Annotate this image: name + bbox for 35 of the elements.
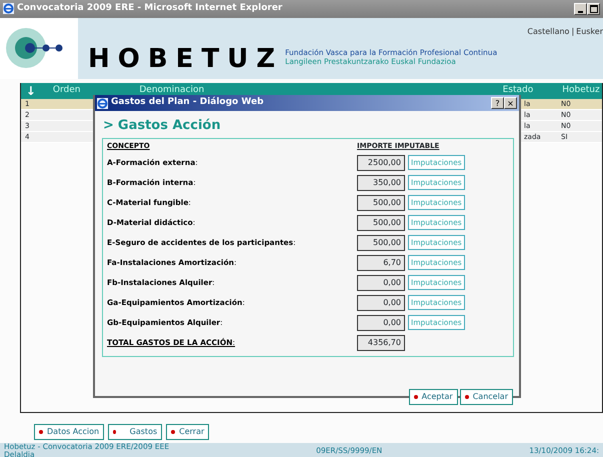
amount-field: 0,00: [357, 274, 405, 290]
amount-field: 6,70: [357, 254, 405, 270]
window-title: Convocatoria 2009 ERE - Microsoft Internet Explorer: [17, 2, 282, 16]
amount-field: 0,00: [357, 314, 405, 330]
amount-field: 500,00: [357, 234, 405, 250]
column-header: Orden: [52, 84, 82, 98]
column-header: Hobetuz: [562, 84, 601, 98]
sort-icon: ↓: [21, 82, 41, 100]
section-heading: Gastos Acción: [118, 117, 221, 135]
dialog-button[interactable]: Aceptar: [408, 388, 458, 404]
browser-icon: [3, 3, 14, 14]
amount-field: 500,00: [357, 214, 405, 230]
action-button[interactable]: Cerrar: [166, 424, 210, 440]
help-button[interactable]: ?: [491, 97, 504, 109]
brand-name: HOBETUZ: [88, 42, 284, 76]
language-link[interactable]: Eusker: [576, 26, 603, 36]
amount-field: 4356,70: [357, 334, 405, 350]
amount-field: 500,00: [357, 194, 405, 210]
minimize-button[interactable]: [574, 2, 587, 15]
browser-icon: [97, 98, 108, 108]
action-button[interactable]: Gastos: [108, 424, 162, 440]
action-button[interactable]: Datos Accion: [34, 424, 104, 440]
amount-field: 0,00: [357, 294, 405, 310]
dialog-title: Gastos del Plan - Diálogo Web: [111, 96, 264, 110]
amount-field: 2500,00: [357, 154, 405, 170]
language-link[interactable]: Castellano: [527, 26, 570, 36]
heading-marker: >: [103, 117, 114, 135]
maximize-button[interactable]: [587, 2, 600, 15]
close-button[interactable]: ×: [504, 97, 517, 109]
link-separator: |: [571, 26, 574, 36]
column-header: Denominacion: [139, 84, 206, 96]
maximize-icon: [590, 5, 598, 14]
dialog-button[interactable]: Cancelar: [460, 388, 513, 404]
amount-field: 350,00: [357, 174, 405, 190]
column-header: Estado: [502, 84, 534, 98]
